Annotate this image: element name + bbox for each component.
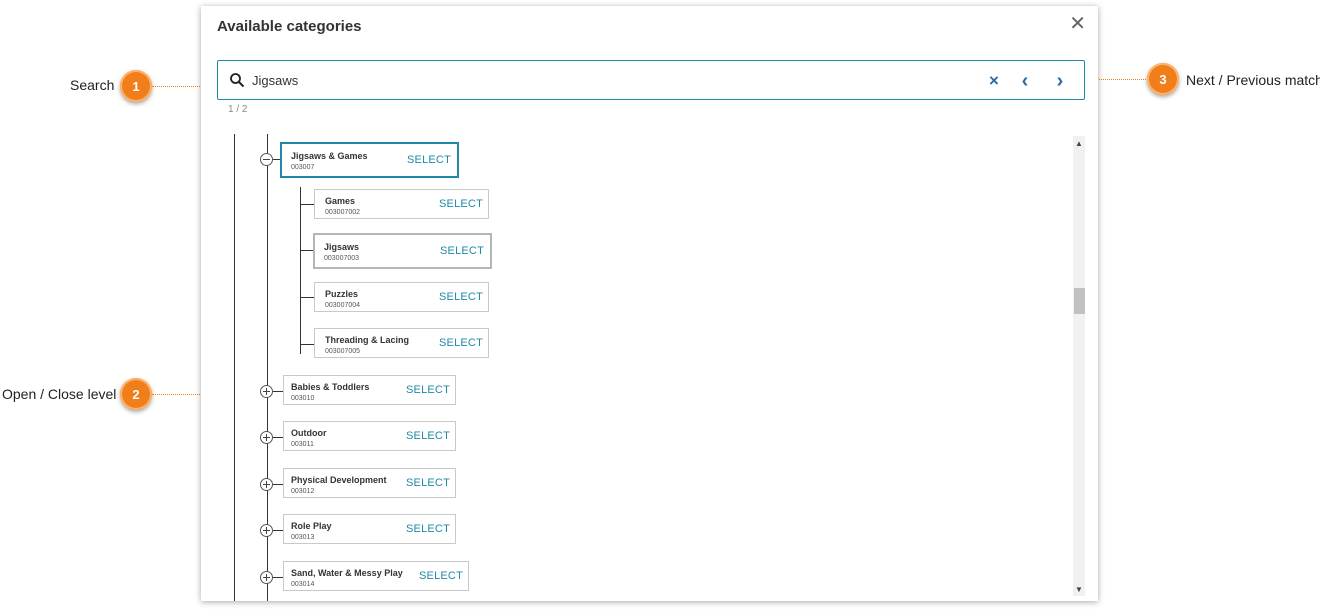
- category-code: 003007004: [325, 302, 361, 309]
- callout-badge-2: 2: [120, 378, 152, 410]
- select-button[interactable]: SELECT: [406, 384, 450, 396]
- expand-toggle-icon[interactable]: [260, 571, 273, 584]
- category-name: Role Play: [291, 521, 332, 531]
- category-tree: Jigsaws & Games 003007 SELECT Games 0030…: [201, 134, 1071, 601]
- callout-label-open-close: Open / Close level: [2, 386, 117, 402]
- tree-branch: [273, 391, 283, 392]
- search-box: × ‹ ›: [217, 60, 1085, 100]
- callout-label-next-prev: Next / Previous match: [1186, 72, 1320, 88]
- clear-search-icon[interactable]: ×: [984, 71, 1004, 91]
- category-node-threading-lacing: Threading & Lacing 003007005 SELECT: [314, 328, 489, 358]
- scroll-up-icon[interactable]: ▲: [1073, 138, 1085, 150]
- tree-line-root: [234, 134, 235, 601]
- callout-badge-3: 3: [1147, 63, 1179, 95]
- category-node-jigsaws-games: Jigsaws & Games 003007 SELECT: [280, 142, 459, 178]
- category-node-puzzles: Puzzles 003007004 SELECT: [314, 282, 489, 312]
- select-button[interactable]: SELECT: [406, 477, 450, 489]
- category-name: Babies & Toddlers: [291, 382, 370, 392]
- category-name: Jigsaws & Games: [291, 151, 368, 161]
- expand-toggle-icon[interactable]: [260, 524, 273, 537]
- next-match-icon[interactable]: ›: [1050, 70, 1070, 92]
- category-name: Sand, Water & Messy Play: [291, 568, 403, 578]
- category-node-physical-development: Physical Development 003012 SELECT: [283, 468, 456, 498]
- search-input[interactable]: [252, 70, 952, 90]
- category-node-babies-toddlers: Babies & Toddlers 003010 SELECT: [283, 375, 456, 405]
- category-code: 003007: [291, 164, 315, 171]
- dialog-title: Available categories: [217, 18, 362, 35]
- category-name: Threading & Lacing: [325, 335, 410, 345]
- expand-toggle-icon[interactable]: [260, 431, 273, 444]
- expand-toggle-icon[interactable]: [260, 385, 273, 398]
- select-button[interactable]: SELECT: [439, 291, 483, 303]
- tree-branch: [273, 437, 283, 438]
- collapse-toggle-icon[interactable]: [260, 153, 273, 166]
- tree-line-level2: [300, 187, 301, 354]
- category-node-games: Games 003007002 SELECT: [314, 189, 489, 219]
- category-code: 003012: [291, 488, 315, 495]
- tree-branch: [300, 297, 314, 298]
- previous-match-icon[interactable]: ‹: [1015, 70, 1035, 92]
- category-name: Puzzles: [325, 289, 359, 299]
- categories-dialog: Available categories ✕ × ‹ › 1 / 2 Jigsa…: [201, 6, 1098, 601]
- category-code: 003014: [291, 581, 315, 588]
- category-name: Games: [325, 196, 356, 206]
- tree-branch: [300, 250, 314, 251]
- tree-branch: [300, 204, 314, 205]
- close-icon[interactable]: ✕: [1069, 14, 1086, 34]
- category-name: Outdoor: [291, 428, 327, 438]
- expand-toggle-icon[interactable]: [260, 478, 273, 491]
- category-code: 003010: [291, 395, 315, 402]
- category-node-role-play: Role Play 003013 SELECT: [283, 514, 456, 544]
- tree-branch: [273, 530, 283, 531]
- tree-branch: [300, 344, 314, 345]
- category-node-sand-water-messy: Sand, Water & Messy Play 003014 SELECT: [283, 561, 469, 591]
- search-icon: [230, 73, 245, 88]
- match-count: 1 / 2: [228, 104, 248, 115]
- callout-label-search: Search: [70, 77, 115, 93]
- select-button[interactable]: SELECT: [406, 430, 450, 442]
- category-name: Jigsaws: [324, 242, 360, 252]
- select-button[interactable]: SELECT: [419, 570, 463, 582]
- category-node-jigsaws: Jigsaws 003007003 SELECT: [313, 233, 492, 269]
- tree-scrollbar[interactable]: ▲ ▼: [1073, 136, 1085, 596]
- tree-branch: [273, 577, 283, 578]
- category-code: 003013: [291, 534, 315, 541]
- category-name: Physical Development: [291, 475, 387, 485]
- category-code: 003007003: [324, 255, 360, 262]
- select-button[interactable]: SELECT: [406, 523, 450, 535]
- callout-badge-1: 1: [120, 70, 152, 102]
- select-button[interactable]: SELECT: [407, 154, 451, 166]
- select-button[interactable]: SELECT: [439, 198, 483, 210]
- tree-branch: [273, 484, 283, 485]
- scroll-down-icon[interactable]: ▼: [1073, 584, 1085, 596]
- category-node-outdoor: Outdoor 003011 SELECT: [283, 421, 456, 451]
- select-button[interactable]: SELECT: [440, 245, 484, 257]
- category-code: 003007002: [325, 209, 361, 216]
- category-code: 003011: [291, 441, 314, 448]
- select-button[interactable]: SELECT: [439, 337, 483, 349]
- scroll-thumb[interactable]: [1074, 288, 1085, 314]
- category-code: 003007005: [325, 348, 361, 355]
